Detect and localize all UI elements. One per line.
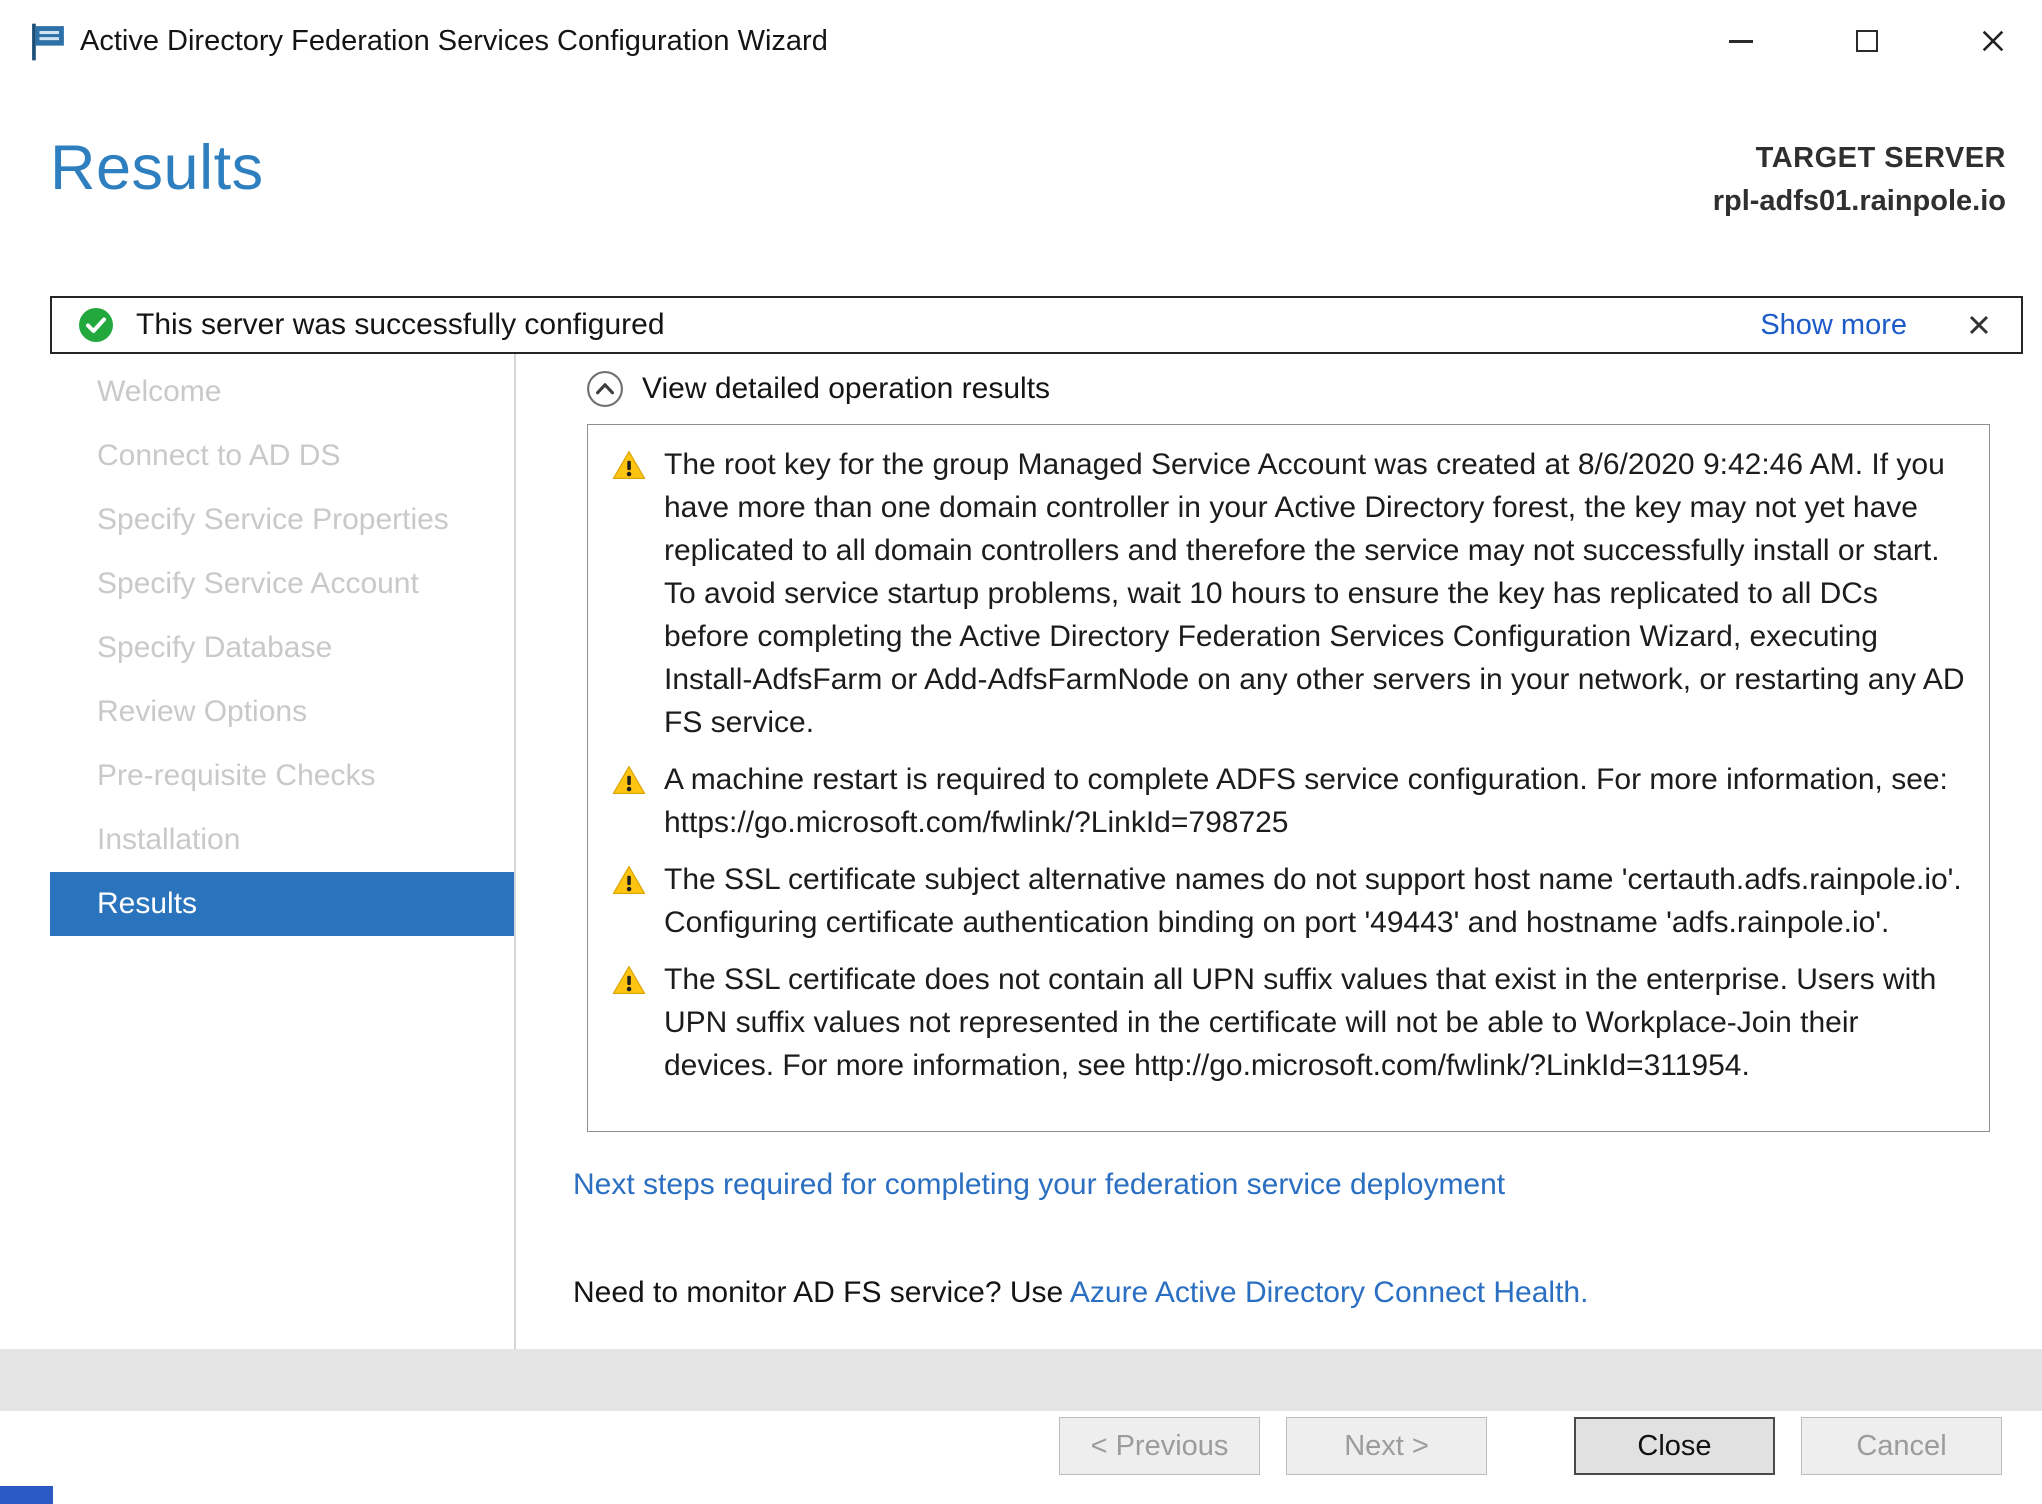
success-banner: This server was successfully configured …	[50, 296, 2023, 354]
warning-text: The root key for the group Managed Servi…	[664, 443, 1965, 744]
show-more-link[interactable]: Show more	[1760, 309, 1907, 342]
warning-icon	[612, 864, 646, 896]
sidebar-item-welcome[interactable]: Welcome	[50, 360, 514, 424]
sidebar-item-connect-to-ad-ds[interactable]: Connect to AD DS	[50, 424, 514, 488]
sidebar-item-installation[interactable]: Installation	[50, 808, 514, 872]
close-button[interactable]: Close	[1574, 1417, 1775, 1475]
target-server-block: TARGET SERVER rpl-adfs01.rainpole.io	[1713, 142, 2006, 218]
warning-icon	[612, 449, 646, 481]
close-icon	[1979, 27, 2007, 55]
next-button[interactable]: Next >	[1286, 1417, 1487, 1475]
maximize-icon	[1856, 30, 1878, 52]
footer-separator-strip	[0, 1349, 2042, 1411]
title-bar: Active Directory Federation Services Con…	[0, 0, 2042, 82]
window-title: Active Directory Federation Services Con…	[80, 0, 828, 82]
sidebar-divider	[514, 354, 516, 1352]
warning-text: The SSL certificate subject alternative …	[664, 858, 1965, 944]
view-detailed-results-label: View detailed operation results	[642, 372, 1050, 406]
sidebar-item-specify-service-properties[interactable]: Specify Service Properties	[50, 488, 514, 552]
chevron-up-icon	[586, 370, 624, 408]
next-steps-link[interactable]: Next steps required for completing your …	[573, 1168, 1505, 1202]
maximize-button[interactable]	[1824, 0, 1910, 82]
adfs-configuration-wizard-window: Active Directory Federation Services Con…	[0, 0, 2042, 1504]
minimize-icon	[1729, 40, 1753, 43]
sidebar-item-specify-database[interactable]: Specify Database	[50, 616, 514, 680]
warning-text: The SSL certificate does not contain all…	[664, 958, 1965, 1087]
taskbar-fragment	[0, 1486, 53, 1504]
sidebar-item-pre-requisite-checks[interactable]: Pre-requisite Checks	[50, 744, 514, 808]
target-server-label: TARGET SERVER	[1713, 142, 2006, 175]
sidebar-item-results[interactable]: Results	[50, 872, 514, 936]
view-detailed-results-toggle[interactable]: View detailed operation results	[586, 370, 1050, 408]
cancel-button[interactable]: Cancel	[1801, 1417, 2002, 1475]
wizard-steps-sidebar: Welcome Connect to AD DS Specify Service…	[50, 360, 514, 936]
monitor-line: Need to monitor AD FS service? Use Azure…	[573, 1276, 1588, 1310]
app-icon	[26, 20, 70, 64]
warning-item: The SSL certificate does not contain all…	[612, 958, 1965, 1087]
warning-icon	[612, 764, 646, 796]
azure-ad-connect-health-link[interactable]: Azure Active Directory Connect Health.	[1070, 1276, 1589, 1309]
page-title: Results	[50, 132, 264, 204]
sidebar-item-review-options[interactable]: Review Options	[50, 680, 514, 744]
sidebar-item-specify-service-account[interactable]: Specify Service Account	[50, 552, 514, 616]
window-close-button[interactable]	[1950, 0, 2036, 82]
warning-text: A machine restart is required to complet…	[664, 758, 1965, 844]
banner-close-icon	[1967, 313, 1991, 337]
warning-item: A machine restart is required to complet…	[612, 758, 1965, 844]
warning-item: The SSL certificate subject alternative …	[612, 858, 1965, 944]
banner-close-button[interactable]	[1959, 305, 1999, 345]
minimize-button[interactable]	[1698, 0, 1784, 82]
banner-message: This server was successfully configured	[136, 308, 665, 342]
operation-results-box: The root key for the group Managed Servi…	[587, 424, 1990, 1132]
target-server-value: rpl-adfs01.rainpole.io	[1713, 185, 2006, 218]
warning-icon	[612, 964, 646, 996]
previous-button[interactable]: < Previous	[1059, 1417, 1260, 1475]
warning-item: The root key for the group Managed Servi…	[612, 443, 1965, 744]
monitor-text: Need to monitor AD FS service? Use	[573, 1276, 1070, 1309]
success-check-icon	[78, 307, 114, 343]
